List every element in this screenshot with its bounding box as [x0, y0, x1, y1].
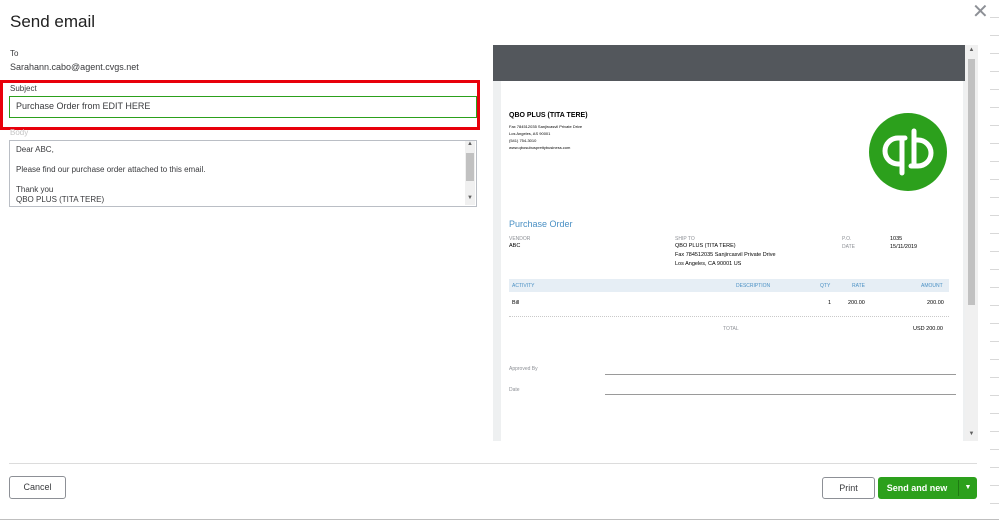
- preview-shipto-line: Los Angeles, CA 90001 US: [675, 261, 742, 267]
- print-button[interactable]: Print: [822, 477, 875, 499]
- send-and-new-button[interactable]: Send and new ▼: [878, 477, 977, 499]
- preview-company-name: QBO PLUS (TITA TERE): [509, 112, 588, 119]
- body-textarea[interactable]: Dear ABC, Please find our purchase order…: [9, 140, 477, 207]
- body-line: QBO PLUS (TITA TERE): [16, 195, 105, 204]
- preview-page: QBO PLUS (TITA TERE) Fax 784512035 Sanji…: [501, 81, 963, 441]
- body-label: Body: [10, 128, 29, 137]
- col-description: DESCRIPTION: [736, 283, 771, 289]
- preview-total-value: USD 200.00: [913, 326, 943, 332]
- preview-approved-label: Approved By: [509, 366, 538, 372]
- row-rate: 200.00: [848, 300, 865, 306]
- pdf-preview: QBO PLUS (TITA TERE) Fax 784512035 Sanji…: [493, 45, 978, 441]
- cancel-button[interactable]: Cancel: [9, 476, 66, 499]
- split-divider: [958, 480, 959, 496]
- subject-label: Subject: [10, 84, 37, 93]
- body-line: Please find our purchase order attached …: [16, 165, 206, 174]
- preview-shipto-line: Fax 784512035 Sanjircasvil Private Drive: [675, 252, 776, 258]
- scroll-up-icon[interactable]: ▲: [465, 141, 475, 147]
- body-scrollbar[interactable]: ▲ ▼: [465, 141, 475, 205]
- preview-vendor-value: ABC: [509, 243, 521, 249]
- preview-date-sign-label: Date: [509, 387, 520, 393]
- preview-date-value: 15/11/2019: [890, 244, 918, 250]
- send-and-new-label: Send and new: [886, 483, 948, 493]
- preview-scrollbar[interactable]: ▲ ▼: [965, 45, 978, 441]
- background-bottom-edge: [0, 519, 999, 525]
- to-label: To: [10, 49, 19, 58]
- scroll-down-icon[interactable]: ▼: [465, 195, 475, 201]
- preview-address-line: (541) 754-3010: [509, 138, 537, 143]
- preview-table-header: ACTIVITY DESCRIPTION QTY RATE AMOUNT: [509, 279, 949, 292]
- body-line: Thank you: [16, 185, 54, 194]
- scroll-up-icon[interactable]: ▲: [965, 47, 978, 53]
- background-sheet-strip: [990, 0, 999, 524]
- row-divider: [509, 316, 949, 317]
- scroll-down-icon[interactable]: ▼: [965, 431, 978, 437]
- row-activity: Bill: [512, 300, 520, 306]
- body-line-blank: [16, 155, 470, 165]
- footer-divider: [9, 463, 977, 464]
- col-rate: RATE: [852, 283, 865, 289]
- body-scroll-thumb[interactable]: [466, 153, 474, 181]
- preview-shipto-label: SHIP TO: [675, 236, 695, 242]
- row-qty: 1: [828, 300, 832, 306]
- preview-address-line: www.qbosubusprettybusiness.com: [509, 145, 571, 150]
- date-signature-line: [605, 394, 956, 395]
- preview-shipto-line: QBO PLUS (TITA TERE): [675, 243, 736, 249]
- body-line: Dear ABC,: [16, 145, 54, 154]
- dialog-title: Send email: [10, 12, 96, 31]
- col-qty: QTY: [820, 283, 831, 289]
- preview-toolbar: [493, 45, 965, 81]
- quickbooks-logo-icon: [869, 113, 947, 191]
- preview-scroll-thumb[interactable]: [968, 59, 975, 305]
- preview-po-label: P.O.: [842, 236, 852, 242]
- preview-total-label: TOTAL: [723, 326, 739, 332]
- body-line-blank: [16, 175, 470, 185]
- col-amount: AMOUNT: [921, 283, 943, 289]
- chevron-down-icon[interactable]: ▼: [962, 477, 974, 499]
- preview-po-value: 1035: [890, 236, 903, 242]
- close-icon[interactable]: ✕: [972, 2, 989, 22]
- to-field[interactable]: Sarahann.cabo@agent.cvgs.net: [10, 62, 139, 72]
- preview-address-line: Fax 784512035 Sanjircasvil Private Drive: [509, 124, 583, 129]
- preview-vendor-label: VENDOR: [509, 236, 531, 242]
- preview-date-label: DATE: [842, 244, 855, 250]
- approved-signature-line: [605, 374, 956, 375]
- preview-address-line: Los Angeles, AS 90001: [509, 131, 551, 136]
- preview-doc-title: Purchase Order: [509, 219, 573, 229]
- subject-input[interactable]: Purchase Order from EDIT HERE: [9, 96, 477, 118]
- col-activity: ACTIVITY: [512, 283, 535, 289]
- row-amount: 200.00: [927, 300, 944, 306]
